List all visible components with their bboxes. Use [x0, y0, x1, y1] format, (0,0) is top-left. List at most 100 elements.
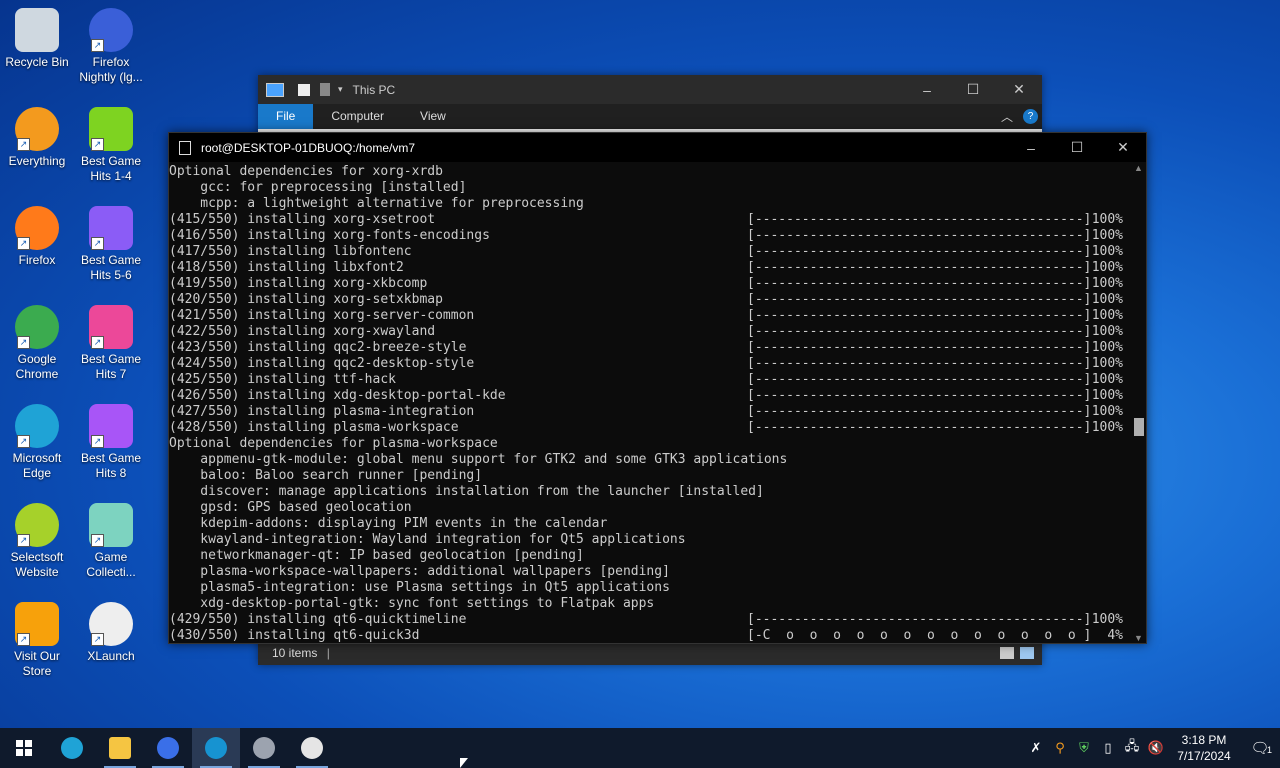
shortcut-arrow-icon: ↗ [17, 633, 30, 646]
details-view-icon[interactable] [1000, 647, 1014, 659]
terminal-line: gcc: for preprocessing [installed] [169, 180, 467, 195]
taskbar-installer[interactable] [240, 728, 288, 768]
volume-muted-icon[interactable]: 🔇 [1144, 740, 1168, 756]
explorer-close-button[interactable]: ✕ [996, 81, 1042, 98]
taskbar-firefox-nightly[interactable] [144, 728, 192, 768]
scrollbar-thumb[interactable] [1134, 418, 1144, 436]
explorer-title: This PC [352, 82, 396, 97]
tab-view[interactable]: View [402, 104, 464, 129]
mouse-cursor [460, 758, 468, 768]
desktop-icon-game-collecti[interactable]: ↗ Game Collecti... [75, 503, 147, 580]
desktop-icon-recycle-bin[interactable]: Recycle Bin [1, 8, 73, 70]
terminal-output[interactable]: Optional dependencies for xorg-xrdb gcc:… [169, 163, 1131, 644]
shortcut-arrow-icon: ↗ [17, 237, 30, 250]
explorer-ribbon: File Computer View ︿ ? [258, 104, 1042, 129]
desktop-icon-label: Game Collecti... [86, 550, 136, 579]
desktop-icon-visit-our-store[interactable]: ↗ Visit Our Store [1, 602, 73, 679]
help-icon[interactable]: ? [1023, 109, 1038, 124]
install-step: (424/550) installing qqc2-desktop-style [169, 356, 475, 371]
windows-start-icon [16, 740, 32, 756]
terminal-maximize-button[interactable]: ☐ [1054, 139, 1100, 156]
firefox-icon: ↗ [15, 206, 59, 250]
progress-bar-text: [---------------------------------------… [747, 308, 1092, 323]
terminal-line: (416/550) installing xorg-fonts-encoding… [169, 228, 1131, 244]
security-shield-icon[interactable]: ⛨ [1072, 740, 1096, 756]
large-icons-view-icon[interactable] [1020, 647, 1034, 659]
terminal-minimize-button[interactable]: – [1008, 140, 1054, 156]
progress-percent: 100% [1091, 340, 1123, 355]
progress-percent: 100% [1091, 372, 1123, 387]
terminal-line: mcpp: a lightweight alternative for prep… [169, 196, 584, 211]
taskbar-file-explorer[interactable] [96, 728, 144, 768]
xlaunch-icon: ↗ [89, 602, 133, 646]
terminal-line: (422/550) installing xorg-xwayland [-----… [169, 324, 1131, 340]
quick-access-file-icon[interactable] [320, 83, 330, 96]
desktop-icon-firefox-nightly-lg[interactable]: ↗ Firefox Nightly (lg... [75, 8, 147, 85]
desktop-icon-label: Best Game Hits 8 [80, 451, 142, 480]
desktop-icon-best-game-hits-8[interactable]: ↗ Best Game Hits 8 [75, 404, 147, 481]
notification-icon[interactable]: 🗨 1 [1240, 739, 1280, 757]
terminal-line: (420/550) installing xorg-setxkbmap [----… [169, 292, 1131, 308]
terminal-window[interactable]: root@DESKTOP-01DBUOQ:/home/vm7 – ☐ ✕ Opt… [168, 132, 1147, 644]
progress-bar-text: [---------------------------------------… [747, 228, 1092, 243]
taskbar: ✗ ⚲ ⛨ ▯ 🖧 🔇 3:18 PM 7/17/2024 🗨 1 [0, 728, 1280, 768]
quick-access-check-icon[interactable] [298, 83, 310, 96]
network-icon[interactable]: 🖧 [1120, 737, 1144, 759]
installer-icon [253, 737, 275, 759]
install-step: (416/550) installing xorg-fonts-encoding… [169, 228, 490, 243]
system-tray: ✗ ⚲ ⛨ ▯ 🖧 🔇 3:18 PM 7/17/2024 🗨 1 [1024, 728, 1280, 768]
taskbar-edge[interactable] [48, 728, 96, 768]
explorer-minimize-button[interactable]: – [904, 82, 950, 98]
progress-bar-text: [---------------------------------------… [747, 260, 1092, 275]
explorer-title-bar[interactable]: ▾ This PC – ☐ ✕ [258, 75, 1042, 104]
everything-search-icon: ↗ [15, 107, 59, 151]
quick-access-dropdown-icon[interactable]: ▾ [338, 84, 343, 95]
desktop-icon-firefox[interactable]: ↗ Firefox [1, 206, 73, 268]
terminal-line: (421/550) installing xorg-server-common [… [169, 308, 1131, 324]
desktop-icon-microsoft-edge[interactable]: ↗ Microsoft Edge [1, 404, 73, 481]
scroll-down-icon[interactable]: ▼ [1131, 633, 1146, 643]
desktop-icon-best-game-hits-1-4[interactable]: ↗ Best Game Hits 1-4 [75, 107, 147, 184]
firefox-nightly-icon [157, 737, 179, 759]
progress-percent: 100% [1091, 260, 1123, 275]
desktop-icon-selectsoft-website[interactable]: ↗ Selectsoft Website [1, 503, 73, 580]
shortcut-arrow-icon: ↗ [17, 336, 30, 349]
terminal-line: (415/550) installing xorg-xsetroot [-----… [169, 212, 1131, 228]
desktop-icon-label: XLaunch [87, 649, 135, 663]
terminal-line: kdepim-addons: displaying PIM events in … [169, 516, 608, 531]
desktop-icon-google-chrome[interactable]: ↗ Google Chrome [1, 305, 73, 382]
dice-icon: ↗ [89, 404, 133, 448]
desktop-icon-label: Firefox Nightly (lg... [79, 55, 143, 84]
terminal-line: (429/550) installing qt6-quicktimeline [-… [169, 612, 1131, 628]
chrome-icon: ↗ [15, 305, 59, 349]
terminal-close-button[interactable]: ✕ [1100, 139, 1146, 156]
scroll-up-icon[interactable]: ▲ [1131, 163, 1146, 173]
terminal-line: appmenu-gtk-module: global menu support … [169, 452, 788, 467]
progress-bar-text: [---------------------------------------… [747, 612, 1092, 627]
tab-computer[interactable]: Computer [313, 104, 402, 129]
terminal-title: root@DESKTOP-01DBUOQ:/home/vm7 [201, 140, 416, 155]
shortcut-arrow-icon: ↗ [91, 435, 104, 448]
firefox-nightly-icon: ↗ [89, 8, 133, 52]
everything-tray-icon[interactable]: ⚲ [1048, 740, 1072, 756]
tab-file[interactable]: File [258, 104, 314, 129]
xlaunch-tray-icon[interactable]: ✗ [1024, 740, 1048, 756]
taskbar-xlaunch[interactable] [288, 728, 336, 768]
desktop-icon-label: Best Game Hits 1-4 [80, 154, 142, 183]
explorer-maximize-button[interactable]: ☐ [950, 81, 996, 98]
desktop-icon-best-game-hits-7[interactable]: ↗ Best Game Hits 7 [75, 305, 147, 382]
desktop-icon-everything[interactable]: ↗ Everything [1, 107, 73, 169]
terminal-title-bar[interactable]: root@DESKTOP-01DBUOQ:/home/vm7 – ☐ ✕ [169, 133, 1146, 162]
ribbon-collapse-icon[interactable]: ︿ [1001, 108, 1013, 125]
usb-device-icon[interactable]: ▯ [1096, 740, 1120, 756]
clock[interactable]: 3:18 PM 7/17/2024 [1168, 732, 1240, 764]
desktop-icon-best-game-hits-5-6[interactable]: ↗ Best Game Hits 5-6 [75, 206, 147, 283]
terminal-scrollbar[interactable]: ▲ ▼ [1131, 163, 1146, 643]
start-button[interactable] [0, 728, 48, 768]
terminal-line: (426/550) installing xdg-desktop-portal-… [169, 388, 1131, 404]
terminal-line: networkmanager-qt: IP based geolocation … [169, 548, 584, 563]
desktop-icon-xlaunch[interactable]: ↗ XLaunch [75, 602, 147, 664]
taskbar-terminal[interactable] [192, 728, 240, 768]
progress-percent: 100% [1091, 212, 1123, 227]
shortcut-arrow-icon: ↗ [91, 39, 104, 52]
